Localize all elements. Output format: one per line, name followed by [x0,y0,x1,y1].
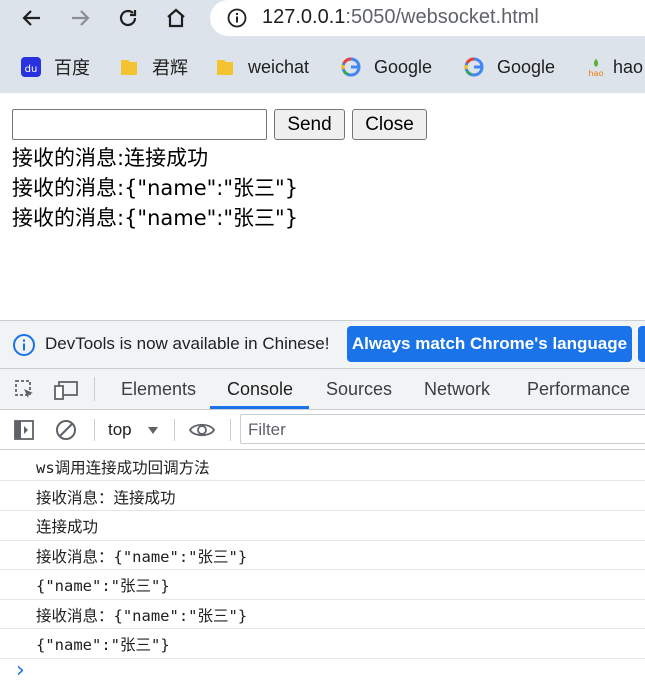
bookmark-label: weichat [248,56,310,77]
send-button[interactable]: Send [274,109,345,140]
arrow-right-icon [72,10,90,26]
bookmark-label: hao [613,56,644,77]
active-tab-indicator [210,406,309,409]
divider [174,419,175,441]
sidebar-toggle-icon[interactable] [12,418,36,442]
svg-text:hao: hao [588,68,603,78]
baidu-icon: du [20,56,42,78]
info-icon[interactable] [226,7,248,29]
info-icon [13,334,35,356]
tab-performance[interactable]: Performance [527,379,630,400]
bookmark-baidu[interactable]: du 百度 [20,55,90,79]
match-language-button[interactable]: Always match Chrome's language [347,326,632,362]
console-message: 接收消息：{"name":"张三"} [36,548,248,566]
received-message: 接收的消息:{"name":"张三"} [12,176,299,200]
bookmark-google-2[interactable]: Google [463,55,555,79]
bookmark-label: Google [374,56,433,77]
bookmark-label: 君辉 [152,58,188,78]
home-button[interactable] [162,4,190,32]
received-message: 接收的消息:连接成功 [12,146,209,170]
divider [94,377,95,401]
divider [94,419,95,441]
device-toolbar-icon[interactable] [53,378,79,402]
url-text: 127.0.0.1:5050/websocket.html [262,6,539,29]
folder-icon [118,56,140,78]
caret-down-icon[interactable] [146,423,160,437]
console-message: ws调用连接成功回调方法 [36,459,210,477]
bookmark-google-1[interactable]: Google [340,55,432,79]
console-message: {"name":"张三"} [36,577,170,595]
reload-icon [119,9,137,27]
hao-icon: hao [585,56,607,78]
google-icon [340,56,362,78]
bookmark-hao[interactable]: hao hao [585,55,643,79]
console-message: {"name":"张三"} [36,636,170,654]
received-message: 接收的消息:{"name":"张三"} [12,206,299,230]
arrow-left-icon [22,10,40,26]
tab-sources[interactable]: Sources [326,379,392,400]
eye-icon[interactable] [188,418,216,442]
infobar-text: DevTools is now available in Chinese! [45,334,330,353]
url-path: :5050/websocket.html [345,6,539,28]
reload-button[interactable] [114,4,142,32]
bookmark-weichat[interactable]: weichat [214,55,309,79]
clear-console-icon[interactable] [54,418,78,442]
forward-button[interactable] [66,4,94,32]
tab-elements[interactable]: Elements [121,379,196,400]
console-message: 连接成功 [36,518,99,536]
bookmark-label: Google [497,56,556,77]
close-button[interactable]: Close [352,109,427,140]
dont-show-again-button[interactable] [638,326,645,362]
inspect-element-icon[interactable] [13,378,37,402]
context-selector[interactable]: top [108,420,132,440]
bookmark-junhui[interactable]: 君辉 [118,55,188,79]
back-button[interactable] [18,4,46,32]
tab-console[interactable]: Console [227,379,293,400]
filter-input[interactable] [240,414,645,444]
message-input[interactable] [12,109,267,140]
folder-icon [214,56,236,78]
google-icon [463,56,485,78]
divider [230,419,231,441]
url-host: 127.0.0.1 [262,6,346,28]
svg-text:du: du [25,64,38,75]
filter-placeholder: Filter [248,420,286,439]
console-prompt-icon[interactable]: › [16,658,25,683]
console-message: 接收消息：{"name":"张三"} [36,607,248,625]
console-message: 接收消息：连接成功 [36,489,176,507]
bookmark-label: 百度 [54,58,90,78]
tab-network[interactable]: Network [424,379,490,400]
home-icon [167,8,185,28]
